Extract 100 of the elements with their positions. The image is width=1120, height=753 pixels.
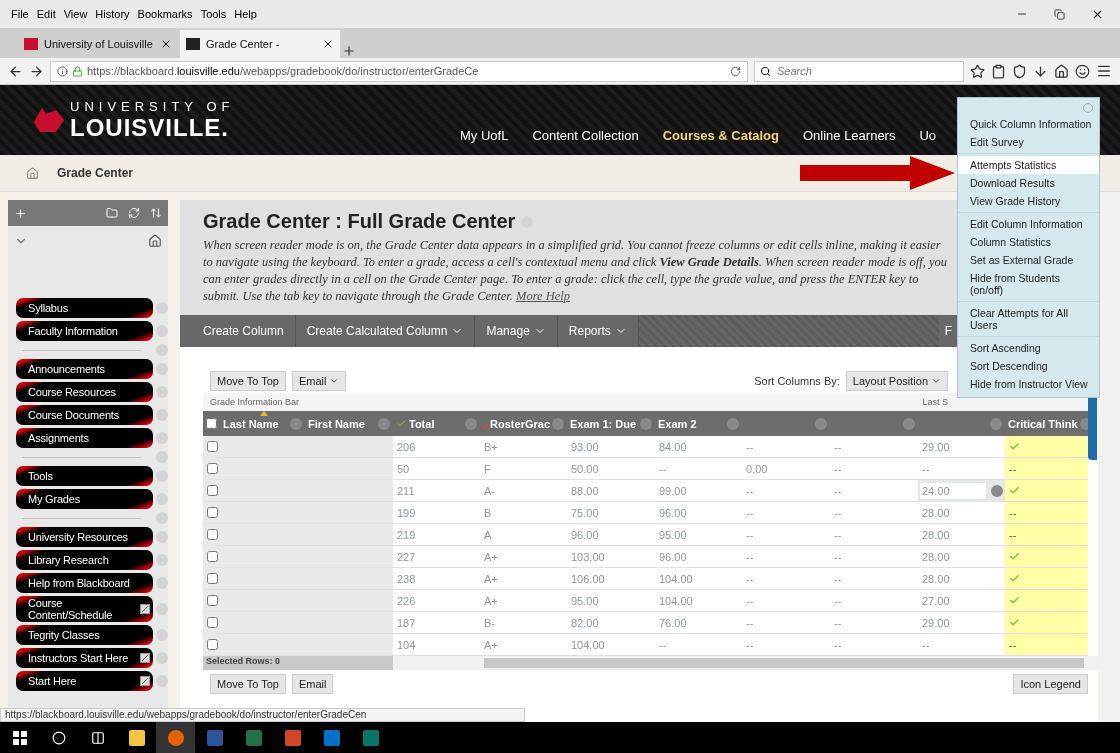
menu-item[interactable]: View Grade History xyxy=(958,192,1099,210)
context-menu-icon[interactable] xyxy=(156,603,168,615)
help-link[interactable]: More Help xyxy=(516,289,571,303)
course-menu-link[interactable]: Course Content/Schedule xyxy=(16,596,153,622)
grade-cell[interactable]: -- xyxy=(830,524,918,546)
context-menu-icon[interactable] xyxy=(156,409,168,421)
menu-item[interactable]: Download Results xyxy=(958,174,1099,192)
grade-cell[interactable]: 104.00 xyxy=(655,568,742,590)
grade-cell[interactable]: 211 xyxy=(393,480,480,502)
grade-cell[interactable]: 95.00 xyxy=(655,524,742,546)
shield-icon[interactable] xyxy=(1012,63,1027,79)
grade-cell[interactable]: -- xyxy=(742,524,830,546)
action-menu[interactable]: Reports xyxy=(557,315,639,347)
grade-cell[interactable]: B xyxy=(480,502,567,524)
search-field[interactable]: Search xyxy=(754,60,964,82)
grade-cell[interactable]: A+ xyxy=(480,546,567,568)
grade-cell[interactable]: 206 xyxy=(393,436,480,458)
name-cell[interactable] xyxy=(305,546,393,568)
menu-item[interactable]: Sort Descending xyxy=(958,357,1099,375)
grade-cell[interactable] xyxy=(1005,590,1088,612)
close-icon[interactable] xyxy=(322,38,334,50)
grade-cell[interactable]: -- xyxy=(830,612,918,634)
row-checkbox[interactable] xyxy=(207,463,218,474)
email-button[interactable]: Email xyxy=(291,674,334,694)
icon-legend-button[interactable]: Icon Legend xyxy=(1013,674,1088,694)
grade-cell[interactable]: 226 xyxy=(393,590,480,612)
grade-cell[interactable]: A- xyxy=(480,480,567,502)
grade-cell[interactable]: 75.00 xyxy=(567,502,655,524)
row-checkbox[interactable] xyxy=(207,617,218,628)
course-menu-link[interactable]: Tegrity Classes xyxy=(16,625,153,645)
course-menu-link[interactable]: Start Here xyxy=(16,671,153,691)
menu-icon[interactable] xyxy=(1096,63,1112,79)
menu-item[interactable]: Column Statistics xyxy=(958,233,1099,251)
menu-item[interactable]: History xyxy=(92,8,133,20)
home-icon[interactable] xyxy=(1054,63,1069,79)
star-icon[interactable] xyxy=(970,63,985,79)
context-menu-icon[interactable] xyxy=(156,629,168,641)
clipboard-icon[interactable] xyxy=(991,63,1006,79)
column-header[interactable]: RosterGrac xyxy=(480,411,567,436)
action-menu[interactable]: Create Calculated Column xyxy=(295,315,476,347)
name-cell[interactable] xyxy=(305,568,393,590)
grade-cell[interactable]: -- xyxy=(742,590,830,612)
grade-cell[interactable] xyxy=(1005,612,1088,634)
menu-item[interactable]: Attempts Statistics xyxy=(958,156,1099,174)
context-menu-icon[interactable] xyxy=(156,493,168,505)
grade-cell[interactable]: 103.00 xyxy=(567,546,655,568)
grade-cell[interactable]: A+ xyxy=(480,590,567,612)
nav-link[interactable]: My UofL xyxy=(460,128,509,143)
column-header[interactable]: Exam 2 xyxy=(655,411,742,436)
forward-icon[interactable] xyxy=(29,63,44,79)
context-menu-icon[interactable] xyxy=(156,554,168,566)
context-menu-icon[interactable] xyxy=(903,417,915,430)
action-menu[interactable]: Manage xyxy=(475,315,558,347)
grade-cell[interactable]: -- xyxy=(830,590,918,612)
grade-cell[interactable]: 199 xyxy=(393,502,480,524)
vertical-scrollbar[interactable] xyxy=(1102,192,1120,722)
course-menu-link[interactable]: Tools xyxy=(16,466,153,486)
grade-cell[interactable]: 238 xyxy=(393,568,480,590)
menu-item[interactable]: File xyxy=(8,8,32,20)
nav-link[interactable]: Online Learners xyxy=(802,128,896,143)
grade-cell[interactable]: -- xyxy=(742,480,830,502)
row-checkbox[interactable] xyxy=(207,639,218,650)
grade-cell[interactable]: -- xyxy=(830,546,918,568)
grade-cell[interactable]: 95.00 xyxy=(567,590,655,612)
menu-item[interactable]: Tools xyxy=(197,8,230,20)
grade-cell[interactable]: 50 xyxy=(393,458,480,480)
grade-cell[interactable]: -- xyxy=(742,546,830,568)
grade-cell[interactable]: 0.00 xyxy=(742,458,830,480)
menu-item[interactable]: Hide from Students (on/off) xyxy=(958,269,1099,299)
grade-cell[interactable]: -- xyxy=(742,612,830,634)
context-menu-icon[interactable] xyxy=(156,470,168,482)
grade-cell[interactable]: 76.00 xyxy=(655,612,742,634)
context-menu-icon[interactable] xyxy=(156,386,168,398)
grade-cell[interactable]: 96.00 xyxy=(655,546,742,568)
menu-item[interactable]: Set as External Grade xyxy=(958,251,1099,269)
menu-item[interactable]: Sort Ascending xyxy=(958,339,1099,357)
grade-cell[interactable]: -- xyxy=(742,502,830,524)
context-menu-icon[interactable] xyxy=(727,417,739,430)
column-header[interactable]: Total xyxy=(393,411,480,436)
grade-cell[interactable]: 88.00 xyxy=(567,480,655,502)
context-menu-icon[interactable] xyxy=(156,675,168,687)
column-header[interactable]: First Name xyxy=(305,411,393,436)
add-icon[interactable] xyxy=(14,206,27,220)
row-checkbox[interactable] xyxy=(207,573,218,584)
grade-cell[interactable]: 96.00 xyxy=(567,524,655,546)
download-icon[interactable] xyxy=(1033,63,1048,79)
course-menu-link[interactable]: Faculty Information xyxy=(16,321,153,341)
name-cell[interactable] xyxy=(305,634,393,656)
menu-item[interactable]: Help xyxy=(231,8,260,20)
grade-cell[interactable]: B- xyxy=(480,612,567,634)
sort-select[interactable]: Layout Position xyxy=(845,371,948,391)
grade-cell[interactable]: -- xyxy=(830,458,918,480)
course-menu-link[interactable]: Assignments xyxy=(16,428,153,448)
row-checkbox[interactable] xyxy=(207,551,218,562)
close-icon[interactable] xyxy=(160,38,172,50)
row-checkbox[interactable] xyxy=(207,485,218,496)
context-menu-icon[interactable] xyxy=(156,577,168,589)
browser-tab[interactable]: University of Louisville xyxy=(18,30,178,58)
grade-cell[interactable]: -- xyxy=(1005,502,1088,524)
grade-cell[interactable]: A xyxy=(480,524,567,546)
